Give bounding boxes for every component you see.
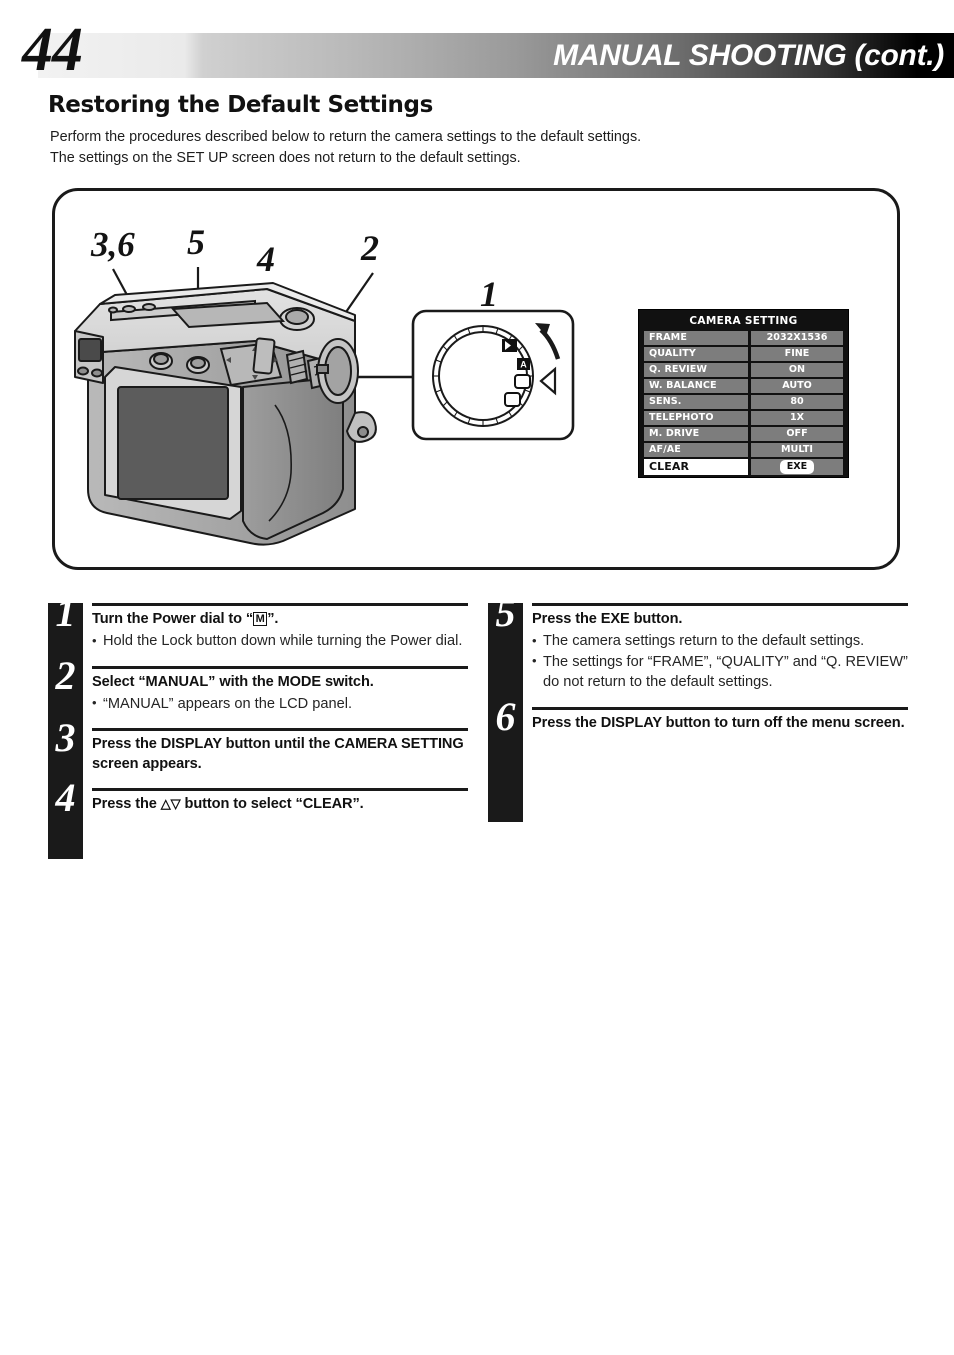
step-divider (92, 728, 468, 731)
osd-title: CAMERA SETTING (689, 315, 798, 327)
osd-row[interactable]: W. BALANCE AUTO (644, 379, 843, 393)
step-note: Hold the Lock button down while turning … (92, 631, 468, 652)
osd-row[interactable]: FRAME 2032X1536 (644, 331, 843, 345)
osd-row[interactable]: AF/AE MULTI (644, 443, 843, 457)
osd-value-clear: EXE (751, 459, 843, 475)
step-divider (92, 788, 468, 791)
step-divider (532, 706, 908, 710)
callout-2: 2 (361, 228, 379, 268)
intro-paragraph: Perform the procedures described below t… (50, 127, 790, 169)
page-title: Restoring the Default Settings (48, 92, 433, 118)
osd-label: W. BALANCE (644, 379, 748, 393)
step-list-right: 5 Press the EXE button. The camera setting… (488, 593, 908, 737)
camera-setting-screen: CAMERA SETTING FRAME 2032X1536 QUALITY FINE… (638, 309, 849, 478)
callout-3-6: 3,6 (91, 225, 135, 264)
step-note-list: Hold the Lock button down while turning … (92, 631, 468, 652)
step-number: 3 (55, 715, 76, 760)
osd-label: QUALITY (644, 347, 748, 361)
instruction-step: 1 Turn the Power dial to “M”. Hold the Loc… (48, 593, 468, 656)
step-heading: Press the DISPLAY button until the CAMER… (92, 736, 464, 772)
step-body: Press the △▽ button to select “CLEAR”. (92, 778, 468, 818)
page-number: 44 (22, 16, 83, 84)
steps-column-right: 5 Press the EXE button. The camera setting… (488, 593, 908, 822)
instruction-step: 6 Press the DISPLAY button to turn off th… (488, 693, 908, 739)
up-down-arrow-icon: △▽ (160, 796, 181, 811)
osd-label-clear: CLEAR (644, 459, 748, 475)
osd-row-clear[interactable]: CLEAR EXE (644, 459, 843, 475)
instruction-step: 4 Press the △▽ button to select “CLEAR”. (48, 778, 468, 818)
mode-switch (285, 349, 309, 385)
step-heading: Press the △▽ button to select “CLEAR”. (92, 796, 364, 812)
osd-row[interactable]: SENS. 80 (644, 395, 843, 409)
step-body: Press the DISPLAY button until the CAMER… (92, 718, 468, 778)
step-heading: Select “MANUAL” with the MODE switch. (92, 673, 374, 690)
osd-label: M. DRIVE (644, 427, 748, 441)
osd-row[interactable]: M. DRIVE OFF (644, 427, 843, 441)
diagram-panel: A 3,6 5 4 2 1 CAMERA SETTING FRAME 2032X1… (52, 188, 900, 570)
step-number: 6 (495, 693, 516, 739)
dial-detail-box: A (411, 309, 575, 441)
step-divider (92, 603, 468, 606)
osd-value: AUTO (751, 379, 843, 393)
osd-value: FINE (751, 347, 843, 361)
step-note-list: “MANUAL” appears on the LCD panel. (92, 693, 468, 715)
osd-value: MULTI (751, 443, 843, 457)
osd-label: TELEPHOTO (644, 411, 748, 425)
manual-mode-icon: M (253, 612, 268, 626)
page-header: 44 MANUAL SHOOTING (cont.) (0, 19, 954, 81)
step-note-list: The camera settings return to the defaul… (532, 631, 908, 693)
osd-label: AF/AE (644, 443, 748, 457)
osd-row[interactable]: Q. REVIEW ON (644, 363, 843, 377)
step-body: Press the EXE button. The camera settings… (532, 593, 908, 697)
manual-icon (514, 374, 531, 389)
osd-row-list: FRAME 2032X1536 QUALITY FINE Q. REVIEW ON W. B… (644, 331, 843, 457)
step-number: 5 (495, 590, 516, 635)
osd-value: 80 (751, 395, 843, 409)
osd-row[interactable]: TELEPHOTO 1X (644, 411, 843, 425)
header-title: MANUAL SHOOTING (cont.) (553, 39, 944, 72)
osd-value: OFF (751, 427, 843, 441)
osd-row[interactable]: QUALITY FINE (644, 347, 843, 361)
step-number: 1 (55, 590, 76, 635)
intro-line-1: Perform the procedures described below t… (50, 129, 642, 145)
osd-label: FRAME (644, 331, 748, 345)
steps-column-left: 1 Turn the Power dial to “M”. Hold the Loc… (48, 593, 468, 859)
callout-1: 1 (480, 274, 498, 314)
osd-value: 2032X1536 (751, 331, 843, 345)
step-body: Press the DISPLAY button to turn off the… (532, 697, 908, 737)
svg-text:A: A (520, 360, 527, 370)
osd-label: Q. REVIEW (644, 363, 748, 377)
instruction-step: 5 Press the EXE button. The camera setting… (488, 593, 908, 697)
step-list-left: 1 Turn the Power dial to “M”. Hold the Loc… (48, 593, 468, 818)
step-heading: Turn the Power dial to “M”. (92, 611, 279, 627)
callout-5: 5 (187, 222, 205, 262)
step-note: The settings for “FRAME”, “QUALITY” and … (532, 651, 908, 693)
step-number: 4 (55, 775, 76, 820)
step-divider (92, 665, 468, 669)
osd-value: ON (751, 363, 843, 377)
osd-value: 1X (751, 411, 843, 425)
step-number: 2 (55, 652, 76, 698)
off-icon (504, 392, 521, 407)
step-divider (532, 603, 908, 606)
instruction-step: 2 Select “MANUAL” with the MODE switch. “M… (48, 652, 468, 719)
step-heading: Press the DISPLAY button to turn off the… (532, 714, 905, 731)
step-note: “MANUAL” appears on the LCD panel. (92, 693, 468, 715)
osd-label: SENS. (644, 395, 748, 409)
intro-line-2: The settings on the SET UP screen does n… (50, 150, 521, 166)
exe-button[interactable]: EXE (779, 460, 815, 474)
instruction-step: 3 Press the DISPLAY button until the CAME… (48, 718, 468, 778)
callout-4: 4 (257, 239, 275, 279)
step-note: The camera settings return to the defaul… (532, 631, 908, 652)
step-heading: Press the EXE button. (532, 611, 683, 627)
